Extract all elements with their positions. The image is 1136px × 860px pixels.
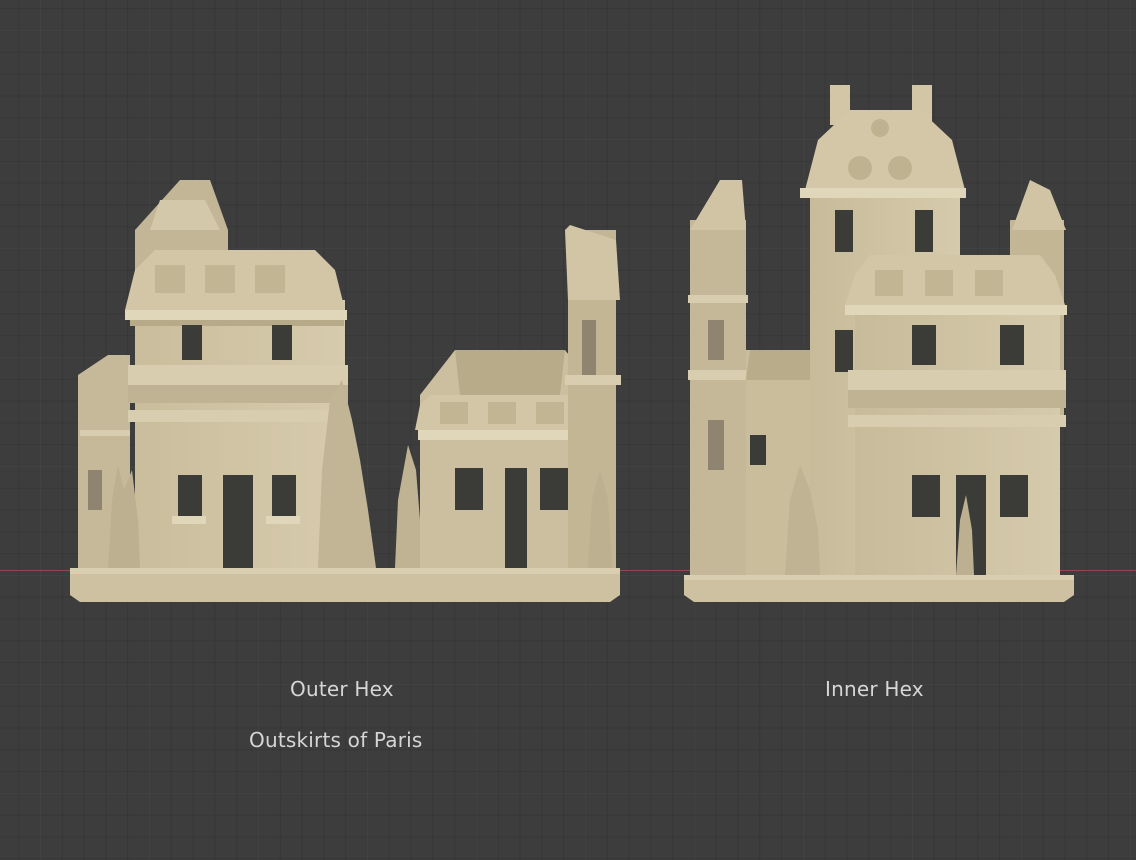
outer-hex-model[interactable] (60, 170, 640, 610)
outer-hex-label: Outer Hex (290, 677, 394, 701)
inner-hex-model[interactable] (680, 80, 1080, 610)
building-model-icon (70, 180, 621, 602)
inner-hex-label: Inner Hex (825, 677, 924, 701)
outskirts-of-paris-label: Outskirts of Paris (249, 728, 423, 752)
building-model-icon (684, 85, 1074, 602)
3d-viewport[interactable]: Outer Hex Outskirts of Paris Inner Hex (0, 0, 1136, 860)
